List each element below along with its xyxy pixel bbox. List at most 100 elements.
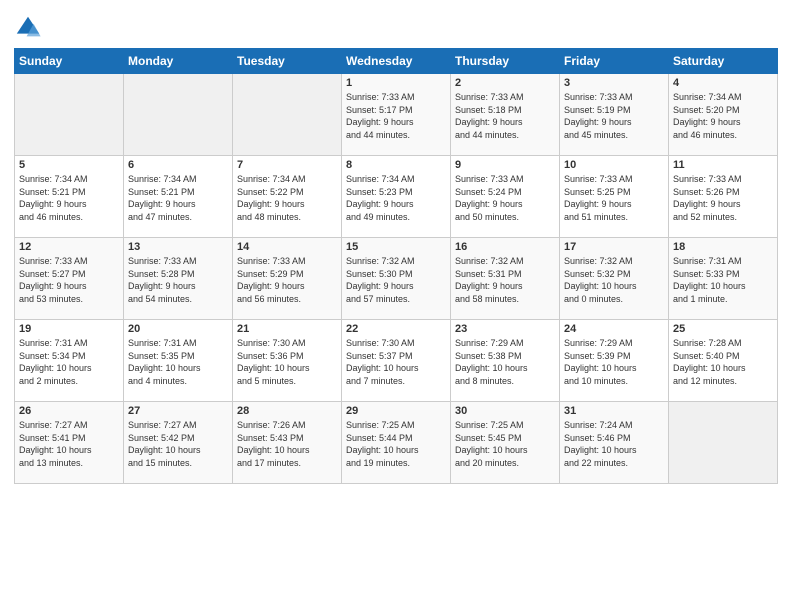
day-info: Sunrise: 7:34 AM Sunset: 5:23 PM Dayligh… (346, 173, 446, 223)
day-cell: 27 Sunrise: 7:27 AM Sunset: 5:42 PM Dayli… (124, 402, 233, 484)
day-cell: 26Sunrise: 7:27 AM Sunset: 5:41 PM Dayli… (15, 402, 124, 484)
day-cell: 21 Sunrise: 7:30 AM Sunset: 5:36 PM Dayli… (233, 320, 342, 402)
day-cell (15, 74, 124, 156)
day-number: 12 (19, 241, 119, 253)
page-container: SundayMondayTuesdayWednesdayThursdayFrid… (0, 0, 792, 494)
day-cell: 8 Sunrise: 7:34 AM Sunset: 5:23 PM Daylig… (342, 156, 451, 238)
day-cell: 30 Sunrise: 7:25 AM Sunset: 5:45 PM Dayli… (451, 402, 560, 484)
day-info: Sunrise: 7:32 AM Sunset: 5:32 PM Dayligh… (564, 255, 664, 305)
day-info: Sunrise: 7:34 AM Sunset: 5:21 PM Dayligh… (19, 173, 119, 223)
day-info: Sunrise: 7:27 AM Sunset: 5:42 PM Dayligh… (128, 419, 228, 469)
day-cell: 4 Sunrise: 7:34 AM Sunset: 5:20 PM Daylig… (669, 74, 778, 156)
day-info: Sunrise: 7:33 AM Sunset: 5:25 PM Dayligh… (564, 173, 664, 223)
header-tuesday: Tuesday (233, 49, 342, 74)
day-number: 22 (346, 323, 446, 335)
day-number: 16 (455, 241, 555, 253)
day-info: Sunrise: 7:33 AM Sunset: 5:17 PM Dayligh… (346, 91, 446, 141)
day-cell: 6 Sunrise: 7:34 AM Sunset: 5:21 PM Daylig… (124, 156, 233, 238)
day-cell (124, 74, 233, 156)
day-cell: 31Sunrise: 7:24 AM Sunset: 5:46 PM Dayli… (560, 402, 669, 484)
day-cell: 1Sunrise: 7:33 AM Sunset: 5:17 PM Daylig… (342, 74, 451, 156)
logo-icon (14, 14, 42, 42)
day-number: 19 (19, 323, 119, 335)
calendar-table: SundayMondayTuesdayWednesdayThursdayFrid… (14, 48, 778, 484)
day-cell: 2 Sunrise: 7:33 AM Sunset: 5:18 PM Daylig… (451, 74, 560, 156)
day-cell: 16Sunrise: 7:32 AM Sunset: 5:31 PM Dayli… (451, 238, 560, 320)
week-row-4: 19 Sunrise: 7:31 AM Sunset: 5:34 PM Dayli… (15, 320, 778, 402)
day-info: Sunrise: 7:33 AM Sunset: 5:26 PM Dayligh… (673, 173, 773, 223)
day-number: 13 (128, 241, 228, 253)
week-row-5: 26Sunrise: 7:27 AM Sunset: 5:41 PM Dayli… (15, 402, 778, 484)
day-cell: 3 Sunrise: 7:33 AM Sunset: 5:19 PM Daylig… (560, 74, 669, 156)
day-info: Sunrise: 7:25 AM Sunset: 5:44 PM Dayligh… (346, 419, 446, 469)
day-info: Sunrise: 7:30 AM Sunset: 5:36 PM Dayligh… (237, 337, 337, 387)
day-cell: 18Sunrise: 7:31 AM Sunset: 5:33 PM Dayli… (669, 238, 778, 320)
day-info: Sunrise: 7:31 AM Sunset: 5:35 PM Dayligh… (128, 337, 228, 387)
day-number: 11 (673, 159, 773, 171)
day-number: 7 (237, 159, 337, 171)
day-number: 5 (19, 159, 119, 171)
header-row: SundayMondayTuesdayWednesdayThursdayFrid… (15, 49, 778, 74)
day-number: 17 (564, 241, 664, 253)
day-cell: 22Sunrise: 7:30 AM Sunset: 5:37 PM Dayli… (342, 320, 451, 402)
header (14, 10, 778, 42)
day-number: 3 (564, 77, 664, 89)
day-number: 25 (673, 323, 773, 335)
day-info: Sunrise: 7:34 AM Sunset: 5:22 PM Dayligh… (237, 173, 337, 223)
day-cell: 23 Sunrise: 7:29 AM Sunset: 5:38 PM Dayli… (451, 320, 560, 402)
header-wednesday: Wednesday (342, 49, 451, 74)
day-info: Sunrise: 7:33 AM Sunset: 5:27 PM Dayligh… (19, 255, 119, 305)
day-number: 8 (346, 159, 446, 171)
week-row-1: 1Sunrise: 7:33 AM Sunset: 5:17 PM Daylig… (15, 74, 778, 156)
day-cell: 29 Sunrise: 7:25 AM Sunset: 5:44 PM Dayli… (342, 402, 451, 484)
day-number: 28 (237, 405, 337, 417)
header-sunday: Sunday (15, 49, 124, 74)
day-number: 29 (346, 405, 446, 417)
day-info: Sunrise: 7:31 AM Sunset: 5:34 PM Dayligh… (19, 337, 119, 387)
day-cell: 7 Sunrise: 7:34 AM Sunset: 5:22 PM Daylig… (233, 156, 342, 238)
day-number: 2 (455, 77, 555, 89)
day-info: Sunrise: 7:28 AM Sunset: 5:40 PM Dayligh… (673, 337, 773, 387)
week-row-2: 5 Sunrise: 7:34 AM Sunset: 5:21 PM Daylig… (15, 156, 778, 238)
day-cell: 11 Sunrise: 7:33 AM Sunset: 5:26 PM Dayli… (669, 156, 778, 238)
day-number: 14 (237, 241, 337, 253)
day-cell: 17 Sunrise: 7:32 AM Sunset: 5:32 PM Dayli… (560, 238, 669, 320)
day-cell: 15Sunrise: 7:32 AM Sunset: 5:30 PM Dayli… (342, 238, 451, 320)
day-number: 23 (455, 323, 555, 335)
day-cell: 13 Sunrise: 7:33 AM Sunset: 5:28 PM Dayli… (124, 238, 233, 320)
day-cell: 14 Sunrise: 7:33 AM Sunset: 5:29 PM Dayli… (233, 238, 342, 320)
header-monday: Monday (124, 49, 233, 74)
day-cell (669, 402, 778, 484)
day-info: Sunrise: 7:34 AM Sunset: 5:20 PM Dayligh… (673, 91, 773, 141)
day-cell: 5 Sunrise: 7:34 AM Sunset: 5:21 PM Daylig… (15, 156, 124, 238)
day-number: 31 (564, 405, 664, 417)
header-thursday: Thursday (451, 49, 560, 74)
day-info: Sunrise: 7:32 AM Sunset: 5:30 PM Dayligh… (346, 255, 446, 305)
day-number: 30 (455, 405, 555, 417)
day-number: 18 (673, 241, 773, 253)
week-row-3: 12 Sunrise: 7:33 AM Sunset: 5:27 PM Dayli… (15, 238, 778, 320)
day-number: 21 (237, 323, 337, 335)
day-number: 6 (128, 159, 228, 171)
day-cell: 9Sunrise: 7:33 AM Sunset: 5:24 PM Daylig… (451, 156, 560, 238)
day-cell (233, 74, 342, 156)
day-cell: 25 Sunrise: 7:28 AM Sunset: 5:40 PM Dayli… (669, 320, 778, 402)
day-info: Sunrise: 7:33 AM Sunset: 5:19 PM Dayligh… (564, 91, 664, 141)
day-cell: 10 Sunrise: 7:33 AM Sunset: 5:25 PM Dayli… (560, 156, 669, 238)
day-info: Sunrise: 7:29 AM Sunset: 5:39 PM Dayligh… (564, 337, 664, 387)
day-info: Sunrise: 7:29 AM Sunset: 5:38 PM Dayligh… (455, 337, 555, 387)
day-number: 27 (128, 405, 228, 417)
day-info: Sunrise: 7:34 AM Sunset: 5:21 PM Dayligh… (128, 173, 228, 223)
day-info: Sunrise: 7:25 AM Sunset: 5:45 PM Dayligh… (455, 419, 555, 469)
day-info: Sunrise: 7:33 AM Sunset: 5:29 PM Dayligh… (237, 255, 337, 305)
header-friday: Friday (560, 49, 669, 74)
day-number: 9 (455, 159, 555, 171)
day-number: 10 (564, 159, 664, 171)
day-number: 20 (128, 323, 228, 335)
day-info: Sunrise: 7:33 AM Sunset: 5:18 PM Dayligh… (455, 91, 555, 141)
day-cell: 12 Sunrise: 7:33 AM Sunset: 5:27 PM Dayli… (15, 238, 124, 320)
day-info: Sunrise: 7:33 AM Sunset: 5:28 PM Dayligh… (128, 255, 228, 305)
day-cell: 24Sunrise: 7:29 AM Sunset: 5:39 PM Dayli… (560, 320, 669, 402)
day-cell: 20 Sunrise: 7:31 AM Sunset: 5:35 PM Dayli… (124, 320, 233, 402)
day-number: 4 (673, 77, 773, 89)
